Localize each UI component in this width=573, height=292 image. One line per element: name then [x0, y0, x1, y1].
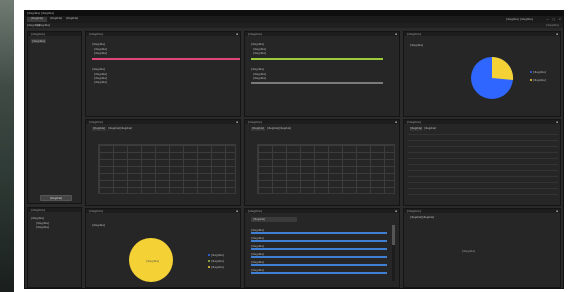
- panel-summary-2: [illegible] ▪ [illegible] [illegible] [il…: [244, 31, 400, 117]
- g1-graph-area: [98, 144, 236, 194]
- p3-legend-1: [illegible]: [530, 70, 546, 74]
- b1-legend-2: [illegible]: [208, 259, 224, 263]
- panel-close-icon[interactable]: ▪: [556, 209, 558, 213]
- p2-secondary-bar: [251, 82, 383, 84]
- g1-tab-2[interactable]: [illegible]: [108, 127, 120, 131]
- b2-row-bar-1: [251, 232, 387, 234]
- panel-list-right: [illegible] ▪ [illegible] [illegible]: [403, 119, 561, 206]
- panel-summary-2-title: [illegible]: [248, 32, 263, 36]
- p2-heading-2: [illegible]: [251, 67, 265, 71]
- p1-heading-2: [illegible]: [92, 67, 106, 71]
- p2-progress-bar: [251, 58, 383, 60]
- p1-heading-1: [illegible]: [92, 42, 106, 46]
- g1-tab-1[interactable]: [illegible]: [92, 127, 106, 131]
- panel-graph-1: [illegible] ▪ [illegible] [illegible] [il…: [85, 119, 241, 206]
- pie-slice-yellow: [492, 56, 514, 80]
- menu-bar: [illegible] [illegible] [illegible] [ill…: [25, 16, 563, 23]
- b2-row-bar-2: [251, 240, 387, 242]
- minimize-icon[interactable]: —: [546, 17, 549, 22]
- b2-row-bar-6: [251, 272, 387, 274]
- g2-tab-2[interactable]: [illegible]: [267, 127, 279, 131]
- panel-close-icon[interactable]: ▪: [236, 209, 238, 213]
- panel-bars-bottom: [illegible] ▪ [illegible] [illegible] [il…: [244, 208, 400, 288]
- left-panel-title: [illegible]: [28, 32, 81, 36]
- left-panel-top: [illegible] [illegible] [illegible]: [27, 31, 82, 204]
- panel-empty-bottom-title: [illegible]: [407, 209, 422, 213]
- menu-tab-3[interactable]: [illegible]: [65, 17, 79, 22]
- b2-row-bar-3: [251, 248, 387, 250]
- p1-progress-bar: [92, 58, 240, 60]
- b1-pie-label: [illegible]: [146, 259, 160, 263]
- panel-bars-bottom-title: [illegible]: [248, 209, 263, 213]
- p1-line-2: [illegible]: [94, 51, 108, 55]
- p3-legend-2: [illegible]: [530, 78, 546, 82]
- b2-row-bar-4: [251, 256, 387, 258]
- path-text: [illegible]: [545, 23, 559, 27]
- g2-tab-1[interactable]: [illegible]: [251, 127, 265, 131]
- panel-list-right-title: [illegible]: [407, 120, 422, 124]
- panel-pie-bottom-title: [illegible]: [89, 209, 104, 213]
- tree-child-2[interactable]: [illegible]: [36, 225, 49, 229]
- b2-row-bar-5: [251, 264, 387, 266]
- p2-line-2: [illegible]: [253, 51, 267, 55]
- panel-graph-2-title: [illegible]: [248, 120, 263, 124]
- p2-detail-2: [illegible]: [253, 76, 267, 80]
- close-icon[interactable]: ×: [559, 17, 561, 22]
- p2-heading-1: [illegible]: [251, 42, 265, 46]
- g2-graph-area: [257, 144, 395, 194]
- panel-graph-2: [illegible] ▪ [illegible] [illegible] [il…: [244, 119, 400, 206]
- menu-tab-1[interactable]: [illegible]: [27, 17, 47, 22]
- b2-scrollbar[interactable]: [392, 225, 395, 281]
- background-strip: [0, 0, 14, 292]
- panel-empty-bottom: [illegible] ▪ [illegible] [illegible] [il…: [403, 208, 561, 288]
- b1-label: [illegible]: [92, 223, 106, 227]
- app-window: [illegible] [illegible] [illegible] [ill…: [24, 10, 564, 289]
- b1-legend-3: [illegible]: [208, 265, 224, 269]
- panel-pie-bottom: [illegible] ▪ [illegible] [illegible] [il…: [85, 208, 241, 288]
- panel-summary-1-title: [illegible]: [89, 32, 104, 36]
- pie-chart-top: [471, 56, 514, 99]
- left-list-item[interactable]: [illegible]: [31, 39, 47, 43]
- panel-close-icon[interactable]: ▪: [556, 32, 558, 36]
- panel-close-icon[interactable]: ▪: [556, 120, 558, 124]
- b3-empty-message: [illegible]: [462, 249, 476, 253]
- submenu-item-2[interactable]: [illegible]: [37, 23, 50, 28]
- b3-tab-2[interactable]: [illegible]: [422, 216, 434, 220]
- panel-summary-1: [illegible] ▪ [illegible] [illegible] [il…: [85, 31, 241, 117]
- b1-legend-1: [illegible]: [208, 253, 224, 257]
- restore-icon[interactable]: □: [552, 17, 555, 22]
- g2-tab-3[interactable]: [illegible]: [279, 127, 291, 131]
- panel-close-icon[interactable]: ▪: [236, 120, 238, 124]
- panel-pie-top-title: [illegible]: [407, 32, 422, 36]
- panel-graph-1-title: [illegible]: [89, 120, 104, 124]
- left-bottom-title: [illegible]: [28, 208, 81, 212]
- sub-menu-bar: [illegible] [illegible] [illegible]: [25, 23, 563, 28]
- g3-tab-2[interactable]: [illegible]: [424, 127, 436, 131]
- panel-close-icon[interactable]: ▪: [395, 32, 397, 36]
- menu-tab-2[interactable]: [illegible]: [49, 17, 63, 22]
- panel-close-icon[interactable]: ▪: [395, 209, 397, 213]
- tree-root[interactable]: [illegible]: [31, 216, 44, 220]
- status-text: [illegible] [illegible]: [505, 17, 533, 21]
- b2-filter-select[interactable]: [illegible]: [251, 217, 297, 222]
- left-panel-button[interactable]: [illegible]: [40, 195, 72, 201]
- g3-table-area: [408, 134, 558, 200]
- g1-tab-3[interactable]: [illegible]: [120, 127, 132, 131]
- panel-pie-top: [illegible] ▪ [illegible] [illegible] [il…: [403, 31, 561, 117]
- p1-detail-3: [illegible]: [94, 80, 108, 84]
- left-panel-bottom: [illegible] [illegible] [illegible] [ill…: [27, 207, 82, 288]
- panel-close-icon[interactable]: ▪: [236, 32, 238, 36]
- g3-tab-1[interactable]: [illegible]: [410, 127, 422, 131]
- b3-tab-1[interactable]: [illegible]: [410, 216, 422, 220]
- p3-chart-label: [illegible]: [410, 43, 424, 47]
- panel-close-icon[interactable]: ▪: [395, 120, 397, 124]
